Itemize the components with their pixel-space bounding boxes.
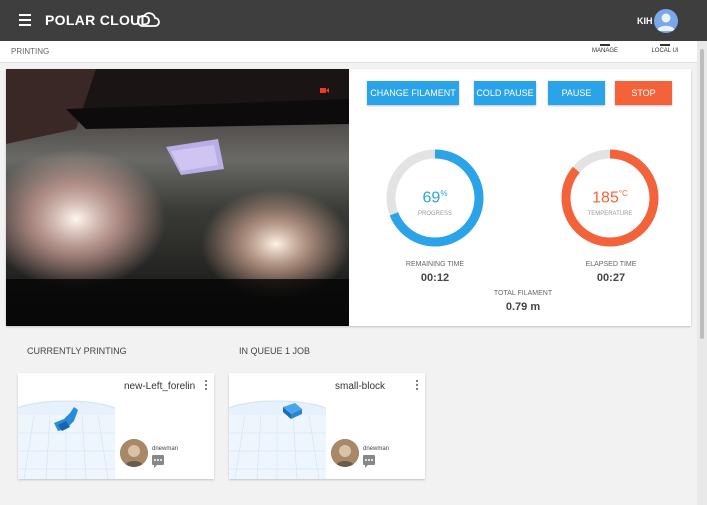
pause-button[interactable]: PAUSE [548,81,605,105]
remaining-time-value: 00:12 [420,272,450,284]
in-queue-heading: IN QUEUE 1 JOB [239,346,311,356]
breadcrumb: PRINTING [11,47,50,56]
remaining-time-label: REMAINING TIME [405,261,465,268]
owner-avatar [120,439,148,467]
cloud-logo-icon [137,12,160,27]
more-vert-icon[interactable] [415,380,419,392]
camera-feed[interactable] [6,69,349,326]
job-card[interactable]: new-Left_forelin dnewman [18,373,214,479]
printer-status-card: CHANGE FILAMENT COLD PAUSE PAUSE STOP 69… [6,69,691,326]
total-filament-label: TOTAL FILAMENT [493,290,553,297]
manage-label: MANAGE [591,48,618,54]
elapsed-time-label: ELAPSED TIME [585,261,637,268]
user-initials[interactable]: KIH [637,16,653,26]
more-vert-icon[interactable] [204,380,208,392]
total-filament-value: 0.79 m [505,301,541,313]
sub-header: PRINTING MANAGE LOCAL UI [0,41,697,63]
scrollbar-thumb[interactable] [700,49,704,339]
stop-button[interactable]: STOP [615,81,672,105]
temperature-label: TEMPERATURE [587,211,633,217]
cold-pause-button[interactable]: COLD PAUSE [474,81,536,105]
local-ui-label: LOCAL UI [651,48,679,54]
user-avatar-icon[interactable] [654,9,678,33]
page-scrollbar[interactable] [697,41,707,505]
job-name: small-block [335,381,386,392]
job-thumbnail[interactable] [18,373,115,479]
page-content: PRINTING MANAGE LOCAL UI CHANGE FILAMENT… [0,41,697,505]
top-bar: POLAR CLOUD KIH [0,0,707,41]
temperature-value: 185°C [592,189,628,207]
record-icon[interactable] [320,87,329,94]
manage-icon [600,41,610,46]
job-thumbnail[interactable] [229,373,326,479]
chat-icon[interactable] [363,455,375,468]
job-card[interactable]: small-block dnewman [229,373,425,479]
hamburger-menu-icon[interactable] [19,14,31,26]
owner-avatar [331,439,359,467]
currently-printing-heading: CURRENTLY PRINTING [27,346,127,356]
manage-button[interactable]: MANAGE [585,41,625,54]
job-name: new-Left_forelin [124,381,196,392]
progress-value: 69% [422,189,448,207]
change-filament-button[interactable]: CHANGE FILAMENT [367,81,459,105]
job-owner: dnewman [152,446,179,452]
elapsed-time-value: 00:27 [596,272,626,284]
chat-icon[interactable] [152,455,164,468]
progress-label: PROGRESS [417,211,452,217]
job-owner: dnewman [363,446,390,452]
local-ui-icon [660,41,670,46]
local-ui-button[interactable]: LOCAL UI [645,41,685,54]
